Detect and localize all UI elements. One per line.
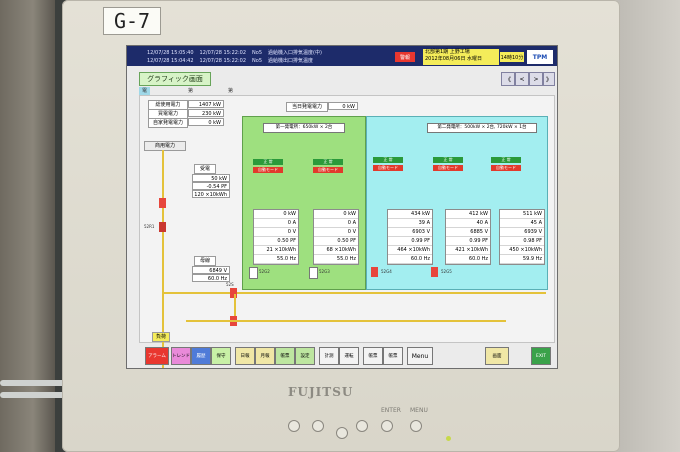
monitor-button[interactable]: [288, 420, 300, 432]
power-led: [446, 436, 451, 441]
tab-plant-2[interactable]: 第2発電所: [225, 87, 236, 126]
nav-last-button[interactable]: 》: [543, 72, 555, 86]
alarm-bar: 12/07/28 15:05:40 12/07/28 15:22:02 No5 過給機…: [127, 46, 557, 66]
auto-mode[interactable]: 自動モード: [373, 165, 403, 171]
plant-2-title: 第二発電所：500kW × 2台, 720kW × 1台: [427, 123, 537, 133]
status-normal: 正 常: [373, 157, 403, 163]
plant-1-panel: 第一発電所：650kW × 2台 正 常 自動モード 正 常 自動モード 0 k…: [242, 116, 366, 290]
company-logo: TPM: [527, 50, 553, 64]
summary-value: 230 kW: [188, 109, 224, 117]
nav-next-button[interactable]: >: [529, 72, 543, 86]
breaker-label: 52S: [226, 282, 234, 287]
unit-measurements: 412 kW 40 A 6885 V 0.99 PF 421 ×10kWh 60.0 Hz: [445, 209, 491, 265]
alarm-button[interactable]: 警報: [395, 52, 415, 62]
load-label: 負荷: [152, 332, 170, 342]
monitor-button[interactable]: [336, 427, 348, 439]
cable: [0, 392, 70, 398]
page-title: グラフィック画面: [139, 72, 211, 86]
generation-value: 0 kW: [328, 102, 358, 110]
alarm-row: 12/07/28 15:05:40 12/07/28 15:22:02 No5 過給機…: [147, 50, 322, 56]
breaker-52r2[interactable]: [159, 222, 166, 232]
unit-measurements: 0 kW 0 A0 V 0.50 PF 21 ×10kWh 55.0 Hz: [253, 209, 299, 265]
monthly-report-button[interactable]: 月報: [255, 347, 275, 365]
summary-value: 1407 kW: [188, 100, 224, 108]
bus-label: 母線: [194, 256, 216, 266]
form-button[interactable]: 帳票: [275, 347, 295, 365]
bus-line: [234, 294, 236, 316]
tab-power-system[interactable]: 電力系統図: [139, 87, 151, 126]
monitor-button[interactable]: [312, 420, 324, 432]
breaker-52g2[interactable]: [249, 267, 258, 279]
generation-label: 当日発電電力: [286, 102, 328, 112]
settings-button[interactable]: 設定: [295, 347, 315, 365]
brand-logo: FUJITSU: [288, 385, 354, 399]
nav-prev-button[interactable]: <: [515, 72, 529, 86]
function-button-bar: アラーム トレンド 履歴 保守 日報 月報 帳票 設定 計測 運転 帳票 帳票 …: [139, 345, 553, 365]
screen: 12/07/28 15:05:40 12/07/28 15:22:02 No5 過給機…: [126, 45, 558, 369]
monitor-button[interactable]: [356, 420, 368, 432]
breaker-label: 52G4: [381, 269, 392, 274]
receiving-label: 受電: [194, 164, 216, 174]
summary-label: 自家発電電力: [148, 118, 188, 128]
receiving-value: 120 ×10kWh: [192, 190, 230, 198]
history-button[interactable]: 履歴: [191, 347, 211, 365]
maintenance-button[interactable]: 保守: [211, 347, 231, 365]
trend-button[interactable]: トレンド: [171, 347, 191, 365]
bus-value: 6849 V: [192, 266, 230, 274]
status-normal: 正 常: [433, 157, 463, 163]
unit-measurements: 0 kW 0 A0 V 0.50 PF 68 ×10kWh 55.0 Hz: [313, 209, 359, 265]
auto-mode[interactable]: 自動モード: [313, 167, 343, 173]
single-line-diagram: 総使用電力 1407 kW 買電電力 230 kW 自家発電電力 0 kW 当日…: [139, 95, 555, 368]
menu-button[interactable]: [410, 420, 422, 432]
operation-button[interactable]: 運転: [339, 347, 359, 365]
breaker-52g3[interactable]: [309, 267, 318, 279]
alarm-history-button[interactable]: アラーム: [145, 347, 169, 365]
breaker-label: 52G2: [259, 269, 270, 274]
receiving-value: 50 kW: [192, 174, 230, 182]
status-normal: 正 常: [313, 159, 343, 165]
measure-button[interactable]: 計測: [319, 347, 339, 365]
bus-line: [186, 320, 506, 322]
unit-measurements: 434 kW 39 A 6903 V 0.99 PF 464 ×10kWh 60.0 Hz: [387, 209, 433, 265]
commercial-power-label: 商用電力: [144, 141, 186, 151]
clock: 14時10分: [500, 52, 524, 62]
plant-info: 北部第1期 上野工場 2012年08月06日 水曜日: [423, 49, 499, 65]
auto-mode[interactable]: 自動モード: [433, 165, 463, 171]
nav-first-button[interactable]: 《: [501, 72, 515, 86]
alarm-row: 12/07/28 15:04:42 12/07/28 15:22:02 No5 過給機…: [147, 58, 314, 64]
auto-mode[interactable]: 自動モード: [491, 165, 521, 171]
cable: [0, 380, 70, 386]
menu-label: MENU: [410, 407, 428, 414]
tab-plant-1[interactable]: 第1発電所: [185, 87, 196, 126]
report-button[interactable]: 帳票: [363, 347, 383, 365]
status-normal: 正 常: [491, 157, 521, 163]
breaker-label: 52G3: [319, 269, 330, 274]
bus-line: [162, 292, 546, 294]
breaker-52g5[interactable]: [431, 267, 438, 277]
breaker-label: 52G5: [441, 269, 452, 274]
summary-value: 0 kW: [188, 118, 224, 126]
receiving-value: -0.54 PF: [192, 182, 230, 190]
auto-mode[interactable]: 自動モード: [253, 167, 283, 173]
daily-report-button[interactable]: 日報: [235, 347, 255, 365]
breaker-52g4[interactable]: [371, 267, 378, 277]
monitor-label-tag: G-7: [103, 7, 161, 35]
background-wall-right: [610, 0, 680, 452]
plant-1-title: 第一発電所：650kW × 2台: [263, 123, 345, 133]
plant-2-panel: 第二発電所：500kW × 2台, 720kW × 1台 正 常 自動モード 正…: [366, 116, 548, 290]
enter-button[interactable]: [381, 420, 393, 432]
status-normal: 正 常: [253, 159, 283, 165]
breaker-52r1[interactable]: [159, 198, 166, 208]
report-button[interactable]: 帳票: [383, 347, 403, 365]
menu-button[interactable]: Menu: [407, 347, 433, 365]
bus-value: 60.0 Hz: [192, 274, 230, 282]
exit-button[interactable]: EXIT: [531, 347, 551, 365]
screen-copy-button[interactable]: 画面: [485, 347, 509, 365]
enter-label: ENTER: [381, 407, 401, 414]
breaker-label: 52R1: [144, 224, 155, 229]
unit-measurements: 511 kW 45 A 6939 V 0.98 PF 450 ×10kWh 59.9 Hz: [499, 209, 545, 265]
